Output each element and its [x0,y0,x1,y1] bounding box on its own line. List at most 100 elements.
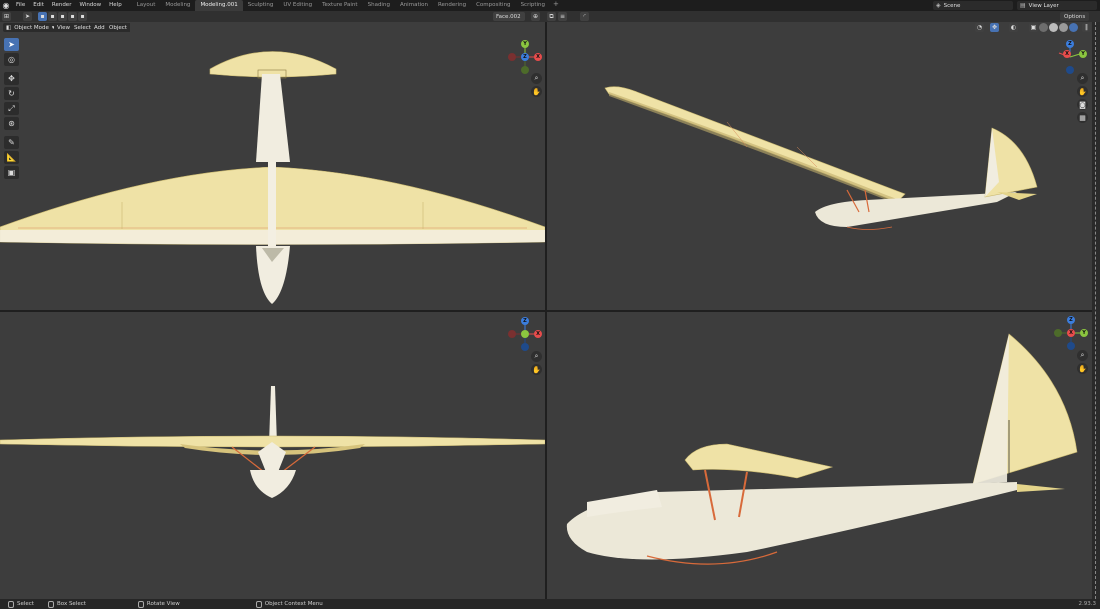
gizmo-neg-x-icon-3[interactable] [508,330,516,338]
tab-animation[interactable]: Animation [395,0,433,11]
gizmo-z-icon[interactable]: Z [521,53,529,61]
gizmo-x-icon-2[interactable]: X [1063,50,1071,58]
select-box-tool-icon[interactable]: ➤ [4,38,19,51]
menu-help[interactable]: Help [105,0,126,11]
blender-logo-icon[interactable]: ◉ [0,0,12,11]
menu-render[interactable]: Render [48,0,76,11]
scene-selector[interactable]: ◈ Scene [933,1,1013,10]
tab-texture-paint[interactable]: Texture Paint [317,0,363,11]
select-mode-intersect-icon[interactable]: ▪ [78,12,87,21]
overlays-icon[interactable]: ◐ [1009,23,1018,32]
tab-compositing[interactable]: Compositing [471,0,515,11]
gizmo-y-icon-2[interactable]: Y [1079,50,1087,58]
status-rotate-view: Rotate View [137,600,180,608]
select-tool-icon[interactable]: ➤ [23,12,32,21]
mouse-right-icon [255,600,262,608]
mouse-left-icon [8,600,14,608]
tab-scripting[interactable]: Scripting [516,0,550,11]
xray-icon[interactable]: ▣ [1029,23,1038,32]
glider-perspective-view-2 [566,333,1078,565]
annotate-tool-icon[interactable]: ✎ [4,136,19,149]
glider-front-view [0,386,545,498]
editor-type-icon[interactable]: ⊞ [2,12,11,21]
pause-render-icon[interactable]: ‖ [1082,23,1091,32]
axis-gizmo-4[interactable]: Z Y X [1054,316,1088,350]
zoom-icon-4[interactable]: ⌕ [1077,350,1088,361]
snap-target-icon[interactable]: ≡ [558,12,567,21]
cursor-tool-icon[interactable]: ◎ [4,53,19,66]
options-dropdown[interactable]: Options [1060,12,1090,21]
select-mode-invert-icon[interactable]: ▪ [68,12,77,21]
viewport-perspective-top[interactable]: Z Y X ⌕ ✋ ◙ ▦ [547,22,1092,310]
view-layer-name: View Layer [1028,2,1059,9]
menu-edit[interactable]: Edit [29,0,48,11]
tab-uv-editing[interactable]: UV Editing [278,0,317,11]
add-workspace-icon[interactable]: + [550,0,562,11]
camera-icon[interactable]: ◙ [1077,99,1088,110]
gizmo-toggle-icon[interactable]: ✥ [990,23,999,32]
menu-object[interactable]: Object [106,23,130,32]
gizmo-neg-x-icon[interactable] [508,53,516,61]
tab-sculpting[interactable]: Sculpting [243,0,279,11]
add-cube-tool-icon[interactable]: ▣ [4,166,19,179]
proportional-edit-icon[interactable]: ◜ [580,12,589,21]
menu-file[interactable]: File [12,0,29,11]
gizmo-z-icon-2[interactable]: Z [1066,40,1074,48]
select-mode-new-icon[interactable]: ▪ [38,12,47,21]
measure-tool-icon[interactable]: 📐 [4,151,19,164]
zoom-icon[interactable]: ⌕ [531,73,542,84]
material-shading-icon[interactable] [1059,23,1068,32]
scale-tool-icon[interactable]: ⤢ [4,102,19,115]
gizmo-neg-z-icon-2[interactable] [1066,66,1074,74]
gizmo-neg-z-icon-4[interactable] [1067,342,1075,350]
gizmo-x-icon-3[interactable]: X [534,330,542,338]
tab-rendering[interactable]: Rendering [433,0,471,11]
select-mode-extend-icon[interactable]: ▪ [48,12,57,21]
pan-hand-icon-3[interactable]: ✋ [531,364,542,375]
gizmo-neg-z-icon-3[interactable] [521,343,529,351]
viewport-perspective-bottom[interactable]: Z Y X ⌕ ✋ [547,312,1092,599]
viewport-divider-horizontal[interactable] [0,310,1092,312]
mode-dropdown[interactable]: ◧ Object Mode ▾ [3,23,58,32]
axis-gizmo-3[interactable]: Z X [508,317,542,351]
pan-hand-icon-4[interactable]: ✋ [1077,363,1088,374]
gizmo-z-icon-3[interactable]: Z [521,317,529,325]
transform-pivot-icon[interactable]: ⊕ [531,12,540,21]
select-mode-subtract-icon[interactable]: ▪ [58,12,67,21]
transform-tool-icon[interactable]: ⊛ [4,117,19,130]
tab-shading[interactable]: Shading [363,0,395,11]
snap-icon[interactable]: ⧉ [547,12,556,21]
view-layer-selector[interactable]: ▤ View Layer [1017,1,1097,10]
gizmo-y-icon[interactable]: Y [521,40,529,48]
move-tool-icon[interactable]: ✥ [4,72,19,85]
gizmo-x-icon-4[interactable]: X [1067,329,1075,337]
tab-modeling[interactable]: Modeling [160,0,195,11]
gizmo-neg-y-icon-4[interactable] [1054,329,1062,337]
solid-shading-icon[interactable] [1049,23,1058,32]
gizmo-y-icon-4[interactable]: Y [1080,329,1088,337]
gizmo-x-icon[interactable]: X [534,53,542,61]
object-visibility-icon[interactable]: ◔ [975,23,984,32]
axis-gizmo-2[interactable]: Z Y X [1053,40,1087,74]
axis-gizmo[interactable]: Y X Z [508,40,542,74]
viewport-front[interactable]: Z X ⌕ ✋ [0,312,545,599]
gizmo-y-icon-3[interactable] [521,330,529,338]
active-object-dropdown[interactable]: Face.002 [493,12,525,21]
menu-window[interactable]: Window [75,0,105,11]
zoom-icon-2[interactable]: ⌕ [1077,73,1088,84]
rendered-shading-icon[interactable] [1069,23,1078,32]
tab-layout[interactable]: Layout [132,0,161,11]
wireframe-shading-icon[interactable] [1039,23,1048,32]
zoom-icon-3[interactable]: ⌕ [531,351,542,362]
rotate-tool-icon[interactable]: ↻ [4,87,19,100]
viewport-top[interactable]: Y X Z ⌕ ✋ [0,22,545,310]
pan-hand-icon[interactable]: ✋ [531,86,542,97]
right-region-edge[interactable] [1092,22,1100,599]
gizmo-z-icon-4[interactable]: Z [1067,316,1075,324]
pan-hand-icon-2[interactable]: ✋ [1077,86,1088,97]
viewport-header: ◧ Object Mode ▾ View Select Add Object ◔… [0,22,1100,33]
grid-perspective-icon[interactable]: ▦ [1077,112,1088,123]
gizmo-neg-y-icon[interactable] [521,66,529,74]
tab-modeling-001[interactable]: Modeling.001 [195,0,243,11]
workspace-tabs: Layout Modeling Modeling.001 Sculpting U… [132,0,562,11]
